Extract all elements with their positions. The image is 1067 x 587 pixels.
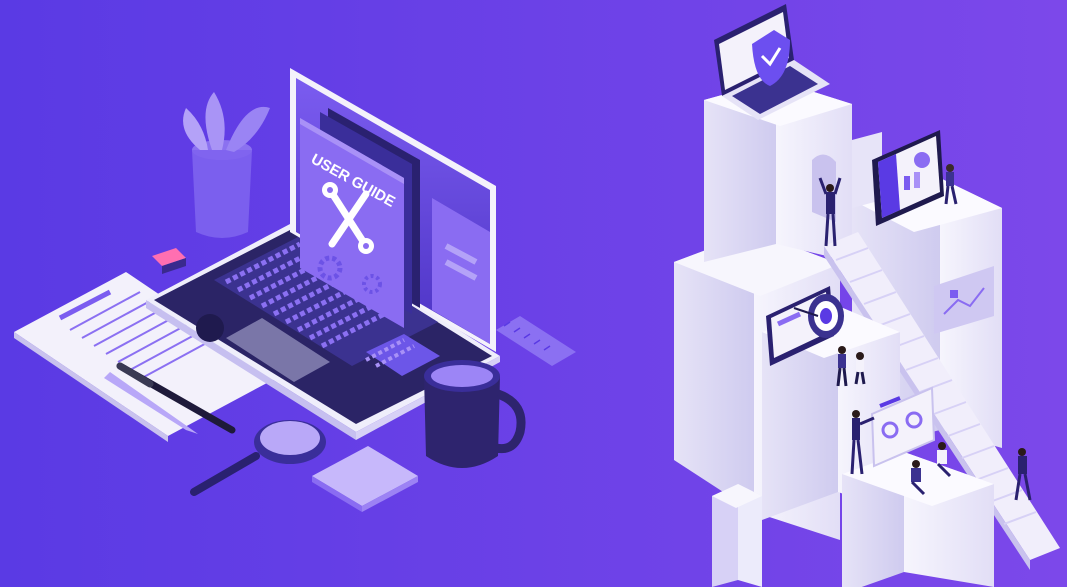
illustration-canvas: USER GUIDE	[0, 0, 1067, 587]
target-icon	[808, 294, 844, 338]
isometric-illustration: USER GUIDE	[0, 0, 1067, 587]
small-pillar	[712, 484, 762, 587]
